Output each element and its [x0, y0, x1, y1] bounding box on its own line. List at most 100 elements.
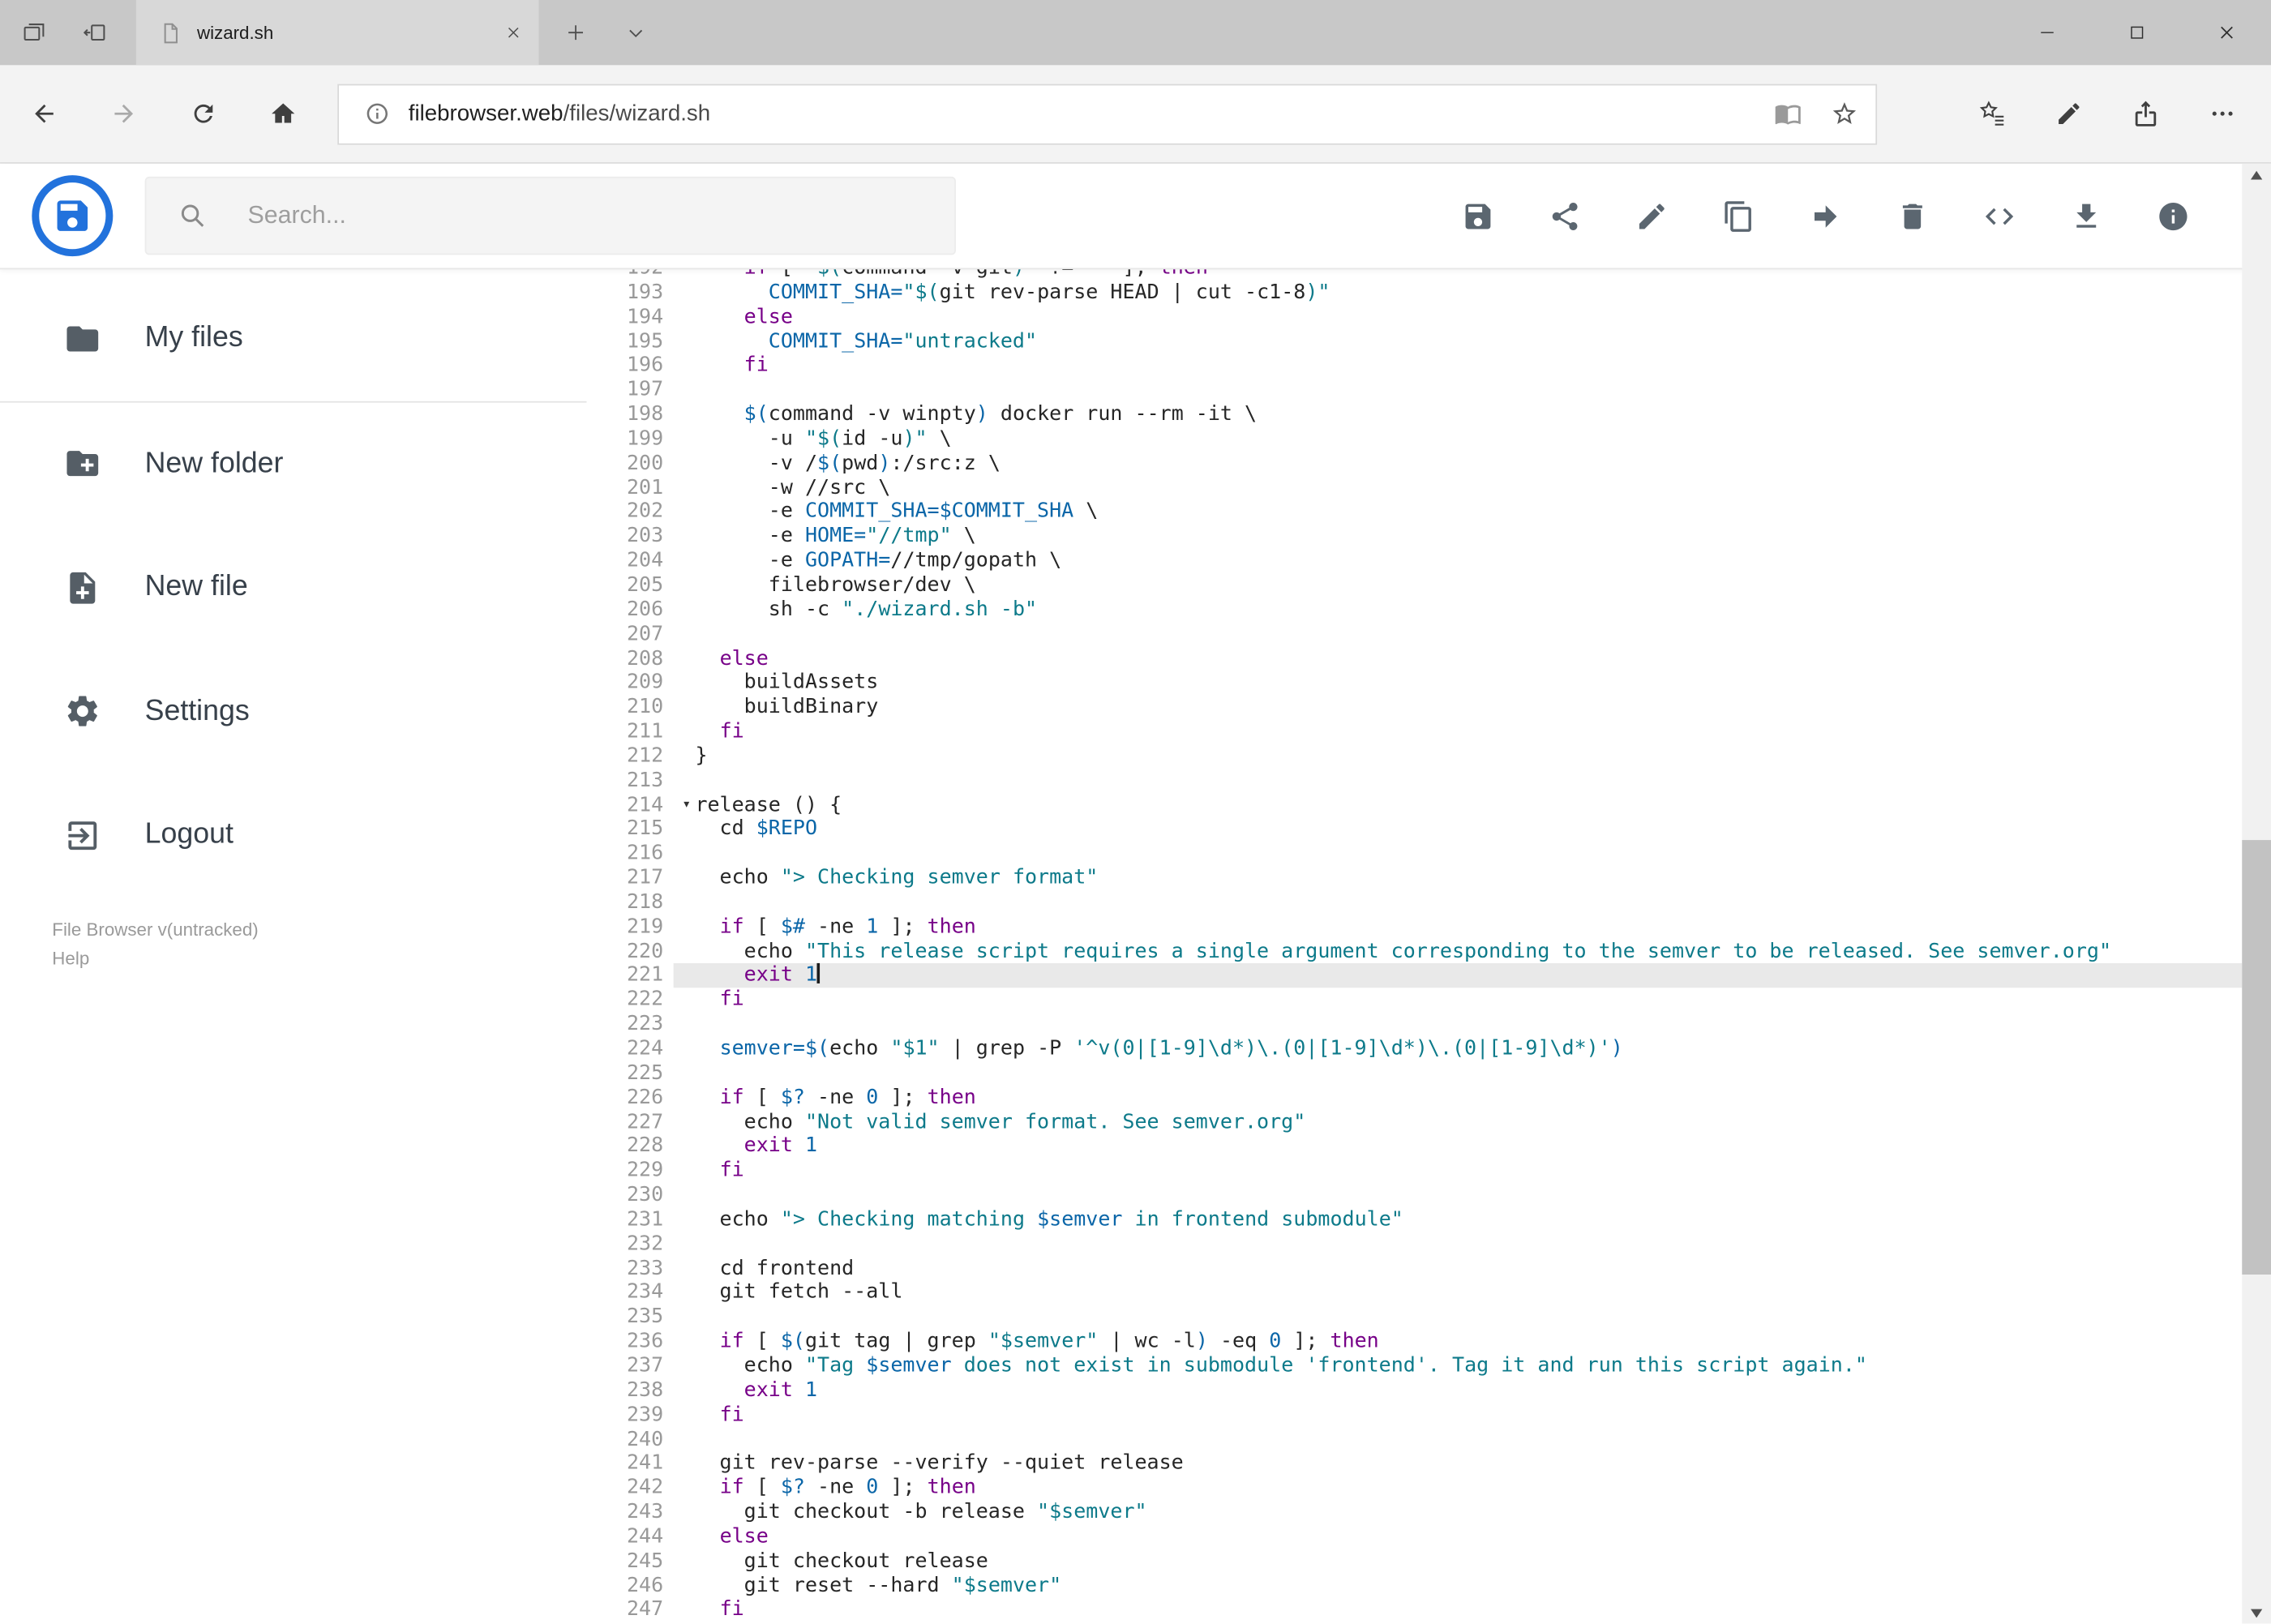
code-line-194[interactable]: 194 else	[586, 305, 2242, 329]
code-line-196[interactable]: 196 fi	[586, 354, 2242, 379]
code-line-200[interactable]: 200 -v /$(pwd):/src:z \	[586, 452, 2242, 476]
sidebar-item-new-file[interactable]: New file	[0, 525, 586, 649]
code-line-245[interactable]: 245 git checkout release	[586, 1549, 2242, 1574]
code-line-217[interactable]: 217 echo "> Checking semver format"	[586, 866, 2242, 890]
back-button[interactable]	[11, 82, 75, 146]
copy-button[interactable]	[1722, 199, 1755, 233]
code-line-201[interactable]: 201 -w //src \	[586, 476, 2242, 500]
code-line-212[interactable]: 212}	[586, 744, 2242, 769]
save-button[interactable]	[1461, 199, 1494, 233]
code-line-230[interactable]: 230	[586, 1184, 2242, 1208]
code-line-237[interactable]: 237 echo "Tag $semver does not exist in …	[586, 1354, 2242, 1378]
code-line-241[interactable]: 241 git rev-parse --verify --quiet relea…	[586, 1452, 2242, 1476]
code-line-203[interactable]: 203 -e HOME="//tmp" \	[586, 525, 2242, 549]
web-note-button[interactable]	[2037, 82, 2101, 146]
maximize-button[interactable]	[2091, 0, 2181, 65]
code-line-220[interactable]: 220 echo "This release script requires a…	[586, 940, 2242, 964]
site-info-icon[interactable]	[365, 101, 389, 126]
code-line-202[interactable]: 202 -e COMMIT_SHA=$COMMIT_SHA \	[586, 500, 2242, 525]
set-tabs-aside-button[interactable]	[64, 0, 125, 65]
code-line-225[interactable]: 225	[586, 1061, 2242, 1086]
code-line-246[interactable]: 246 git reset --hard "$semver"	[586, 1574, 2242, 1598]
code-line-198[interactable]: 198 $(command -v winpty) docker run --rm…	[586, 403, 2242, 427]
code-line-206[interactable]: 206 sh -c "./wizard.sh -b"	[586, 598, 2242, 622]
code-line-233[interactable]: 233 cd frontend	[586, 1257, 2242, 1281]
code-line-211[interactable]: 211 fi	[586, 720, 2242, 744]
download-button[interactable]	[2070, 199, 2103, 233]
code-line-232[interactable]: 232	[586, 1232, 2242, 1257]
reading-view-icon[interactable]	[1774, 100, 1802, 127]
close-window-button[interactable]	[2181, 0, 2271, 65]
code-line-216[interactable]: 216	[586, 842, 2242, 866]
sidebar-item-new-folder[interactable]: New folder	[0, 402, 586, 526]
move-button[interactable]	[1809, 199, 1842, 233]
code-line-239[interactable]: 239 fi	[586, 1403, 2242, 1427]
code-line-222[interactable]: 222 fi	[586, 988, 2242, 1013]
sidebar-item-logout[interactable]: Logout	[0, 773, 586, 898]
scrollbar-thumb[interactable]	[2242, 840, 2271, 1275]
code-line-227[interactable]: 227 echo "Not valid semver format. See s…	[586, 1110, 2242, 1134]
code-line-193[interactable]: 193 COMMIT_SHA="$(git rev-parse HEAD | c…	[586, 281, 2242, 305]
tabs-set-aside-button[interactable]	[3, 0, 64, 65]
scroll-up-arrow-icon[interactable]	[2242, 164, 2271, 187]
page-scrollbar[interactable]	[2242, 163, 2271, 1624]
code-line-238[interactable]: 238 exit 1	[586, 1378, 2242, 1403]
code-line-207[interactable]: 207	[586, 623, 2242, 647]
code-line-215[interactable]: 215 cd $REPO	[586, 817, 2242, 842]
code-line-209[interactable]: 209 buildAssets	[586, 671, 2242, 696]
code-line-221[interactable]: 221 exit 1	[586, 963, 2243, 988]
code-line-219[interactable]: 219 if [ $# -ne 1 ]; then	[586, 915, 2242, 940]
help-link[interactable]: Help	[52, 944, 586, 973]
share-file-button[interactable]	[1549, 199, 1582, 233]
refresh-button[interactable]	[171, 82, 235, 146]
code-line-235[interactable]: 235	[586, 1305, 2242, 1330]
code-line-229[interactable]: 229 fi	[586, 1159, 2242, 1183]
code-editor[interactable]: 192 if [ "$(command -v git)" != "" ]; th…	[586, 268, 2243, 1624]
code-button[interactable]	[1983, 199, 2016, 233]
code-line-228[interactable]: 228 exit 1	[586, 1134, 2242, 1159]
code-line-223[interactable]: 223	[586, 1013, 2242, 1037]
code-line-218[interactable]: 218	[586, 890, 2242, 915]
code-line-199[interactable]: 199 -u "$(id -u)" \	[586, 427, 2242, 452]
tab-preview-toggle[interactable]	[606, 0, 666, 65]
home-button[interactable]	[251, 82, 315, 146]
code-line-242[interactable]: 242 if [ $? -ne 0 ]; then	[586, 1476, 2242, 1501]
fold-marker-icon[interactable]: ▾	[682, 793, 691, 817]
code-line-247[interactable]: 247 fi	[586, 1598, 2242, 1622]
code-line-205[interactable]: 205 filebrowser/dev \	[586, 573, 2242, 598]
new-tab-button[interactable]	[545, 0, 606, 65]
sidebar-item-my-files[interactable]: My files	[0, 276, 587, 402]
code-line-234[interactable]: 234 git fetch --all	[586, 1281, 2242, 1305]
share-button[interactable]	[2113, 82, 2177, 146]
scroll-down-arrow-icon[interactable]	[2242, 1600, 2271, 1624]
address-bar[interactable]: filebrowser.web/files/wizard.sh	[337, 83, 1878, 144]
forward-button[interactable]	[92, 82, 156, 146]
delete-button[interactable]	[1896, 199, 1929, 233]
browser-tab[interactable]: wizard.sh	[135, 0, 539, 66]
code-line-224[interactable]: 224 semver=$(echo "$1" | grep -P '^v(0|[…	[586, 1037, 2242, 1061]
tab-close-icon[interactable]	[505, 24, 521, 41]
favorite-star-icon[interactable]	[1831, 100, 1858, 127]
edit-button[interactable]	[1635, 199, 1669, 233]
code-line-236[interactable]: 236 if [ $(git tag | grep "$semver" | wc…	[586, 1330, 2242, 1354]
sidebar-item-settings[interactable]: Settings	[0, 649, 586, 773]
hub-button[interactable]	[1960, 82, 2024, 146]
more-options-button[interactable]	[2190, 82, 2254, 146]
code-line-210[interactable]: 210 buildBinary	[586, 696, 2242, 720]
code-line-214[interactable]: 214 ▾ release () {	[586, 793, 2242, 817]
code-line-240[interactable]: 240	[586, 1427, 2242, 1451]
code-line-197[interactable]: 197	[586, 379, 2242, 403]
code-line-244[interactable]: 244 else	[586, 1525, 2242, 1549]
info-filled-button[interactable]	[2157, 199, 2190, 233]
code-line-192[interactable]: 192 if [ "$(command -v git)" != "" ]; th…	[586, 268, 2242, 281]
search-input[interactable]: Search...	[144, 176, 956, 255]
code-line-195[interactable]: 195 COMMIT_SHA="untracked"	[586, 329, 2242, 354]
minimize-button[interactable]	[2002, 0, 2092, 65]
code-line-213[interactable]: 213	[586, 769, 2242, 793]
code-line-204[interactable]: 204 -e GOPATH=//tmp/gopath \	[586, 549, 2242, 573]
code-line-243[interactable]: 243 git checkout -b release "$semver"	[586, 1501, 2242, 1525]
code-line-231[interactable]: 231 echo "> Checking matching $semver in…	[586, 1208, 2242, 1232]
code-line-226[interactable]: 226 if [ $? -ne 0 ]; then	[586, 1086, 2242, 1110]
code-line-208[interactable]: 208 else	[586, 647, 2242, 671]
app-logo[interactable]	[32, 175, 114, 257]
